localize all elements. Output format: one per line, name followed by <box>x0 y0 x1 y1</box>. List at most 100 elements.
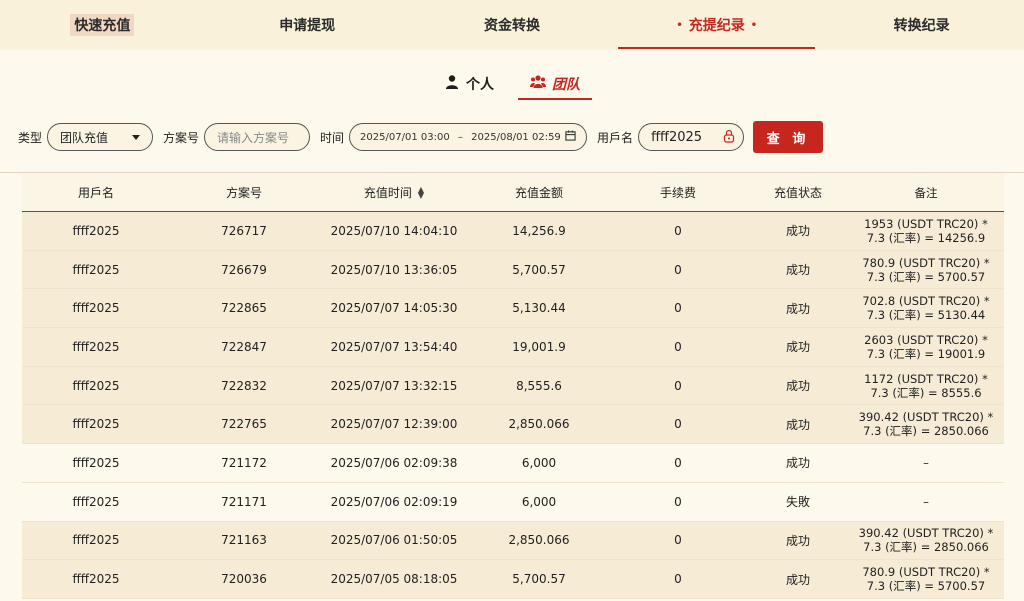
note-line-2: 7.3 (汇率) = 2850.066 <box>863 540 989 555</box>
dot-left: • <box>676 19 683 31</box>
username-input[interactable]: ffff2025 <box>638 123 745 151</box>
note-line-1: – <box>923 494 929 509</box>
type-select[interactable]: 团队充值 <box>47 123 154 151</box>
cell-note: 2603 (USDT TRC20) * 7.3 (汇率) = 19001.9 <box>848 333 1004 361</box>
note-line-1: 390.42 (USDT TRC20) * <box>858 526 994 541</box>
cell-note: 390.42 (USDT TRC20) * 7.3 (汇率) = 2850.066 <box>848 410 1004 438</box>
note-line-1: 390.42 (USDT TRC20) * <box>858 410 994 425</box>
calendar-icon <box>565 130 576 144</box>
table-row: ffff2025 722832 2025/07/07 13:32:15 8,555.6… <box>22 366 1004 406</box>
cell-plan: 722765 <box>221 417 267 432</box>
cell-amount: 6,000 <box>521 494 557 509</box>
cell-note: – <box>848 495 1004 509</box>
cell-fee: 0 <box>674 378 682 393</box>
tab-label: 充提纪录 <box>688 18 745 34</box>
tab-transfer-records[interactable]: 转换纪录 <box>819 0 1024 50</box>
note-line-2: 7.3 (汇率) = 8555.6 <box>870 385 982 400</box>
divider <box>0 172 1024 173</box>
cell-username: ffff2025 <box>72 262 120 277</box>
cell-username: ffff2025 <box>72 417 120 432</box>
cell-username: ffff2025 <box>72 494 120 509</box>
note-line-1: 780.9 (USDT TRC20) * <box>862 255 990 270</box>
cell-fee: 0 <box>674 417 682 432</box>
cell-plan: 726679 <box>221 262 267 277</box>
subtab-label: 团队 <box>552 77 580 93</box>
tab-label: 快速充值 <box>70 14 135 36</box>
plan-placeholder: 请输入方案号 <box>217 130 290 145</box>
cell-amount: 5,700.57 <box>512 572 566 587</box>
header-time[interactable]: 充值时间 ▲ ▼ <box>318 184 470 201</box>
note-line-1: 2603 (USDT TRC20) * <box>864 332 988 347</box>
header-plan: 方案号 <box>225 186 262 200</box>
team-icon <box>530 74 546 94</box>
header-username: 用戶名 <box>77 186 114 200</box>
cell-status: 成功 <box>785 456 810 471</box>
note-line-2: 7.3 (汇率) = 5700.57 <box>866 579 986 594</box>
top-tabs: 快速充值 申请提现 资金转换 • 充提纪录 • 转换纪录 <box>0 0 1024 50</box>
cell-amount: 14,256.9 <box>512 223 566 238</box>
tab-label: 资金转换 <box>483 18 540 34</box>
cell-plan: 722865 <box>221 301 267 316</box>
cell-status: 成功 <box>785 224 810 239</box>
cell-status: 成功 <box>785 572 810 587</box>
cell-amount: 2,850.066 <box>508 417 570 432</box>
cell-time: 2025/07/05 08:18:05 <box>330 572 458 587</box>
header-status: 充值状态 <box>773 186 822 200</box>
table-row: ffff2025 722765 2025/07/07 12:39:00 2,850.0… <box>22 405 1004 445</box>
cell-fee: 0 <box>674 301 682 316</box>
cell-fee: 0 <box>674 494 682 509</box>
cell-username: ffff2025 <box>72 572 120 587</box>
table-row: ffff2025 722847 2025/07/07 13:54:40 19,001.… <box>22 328 1004 367</box>
table-row: ffff2025 726679 2025/07/10 13:36:05 5,700.5… <box>22 250 1004 290</box>
cell-time: 2025/07/06 02:09:19 <box>330 494 458 509</box>
date-range-input[interactable]: 2025/07/01 03:00 – 2025/08/01 02:59 <box>349 123 588 151</box>
cell-fee: 0 <box>674 455 682 470</box>
tab-label: 转换纪录 <box>893 18 950 34</box>
cell-time: 2025/07/07 14:05:30 <box>330 301 458 316</box>
subtab-label: 个人 <box>466 77 494 93</box>
cell-fee: 0 <box>674 223 682 238</box>
tab-fund-transfer[interactable]: 资金转换 <box>410 0 615 50</box>
caret-down-icon <box>132 134 141 140</box>
cell-plan: 721171 <box>221 494 267 509</box>
plan-input[interactable]: 请输入方案号 <box>204 123 311 151</box>
cell-username: ffff2025 <box>72 455 120 470</box>
cell-status: 成功 <box>785 379 810 394</box>
filter-bar: 类型 团队充值 方案号 请输入方案号 时间 2025/07/01 03:00 –… <box>18 120 824 154</box>
cell-amount: 2,850.066 <box>508 533 570 548</box>
note-line-2: 7.3 (汇率) = 2850.066 <box>863 424 989 439</box>
cell-note: 780.9 (USDT TRC20) * 7.3 (汇率) = 5700.57 <box>848 256 1004 284</box>
plan-label: 方案号 <box>163 130 200 145</box>
user-label: 用戶名 <box>597 130 634 145</box>
note-line-2: 7.3 (汇率) = 5130.44 <box>866 308 986 323</box>
note-line-1: 780.9 (USDT TRC20) * <box>862 565 990 580</box>
date-end: 2025/08/01 02:59 <box>471 131 561 143</box>
cell-status: 成功 <box>785 301 810 316</box>
cell-plan: 726717 <box>221 223 267 238</box>
table-row: ffff2025 720036 2025/07/05 08:18:05 5,700.5… <box>22 560 1004 599</box>
cell-status: 成功 <box>785 417 810 432</box>
cell-time: 2025/07/06 01:50:05 <box>330 533 458 548</box>
cell-fee: 0 <box>674 262 682 277</box>
cell-status: 失敗 <box>785 495 810 510</box>
cell-status: 成功 <box>785 263 810 278</box>
cell-fee: 0 <box>674 572 682 587</box>
cell-note: 390.42 (USDT TRC20) * 7.3 (汇率) = 2850.066 <box>848 526 1004 554</box>
note-line-1: 1953 (USDT TRC20) * <box>864 216 988 231</box>
cell-note: – <box>848 456 1004 470</box>
note-line-1: 1172 (USDT TRC20) * <box>864 371 988 386</box>
subtab-team[interactable]: 团队 <box>518 68 592 100</box>
lock-icon <box>723 129 735 146</box>
query-button[interactable]: 查 询 <box>753 121 824 153</box>
cell-username: ffff2025 <box>72 339 120 354</box>
subtab-personal[interactable]: 个人 <box>432 68 506 100</box>
cell-status: 成功 <box>785 340 810 355</box>
cell-time: 2025/07/07 12:39:00 <box>330 417 458 432</box>
sort-icon[interactable]: ▲ ▼ <box>418 185 424 199</box>
cell-username: ffff2025 <box>72 301 120 316</box>
note-line-2: 7.3 (汇率) = 14256.9 <box>866 230 986 245</box>
cell-username: ffff2025 <box>72 378 120 393</box>
tab-quick-deposit[interactable]: 快速充值 <box>0 0 205 50</box>
tab-withdraw[interactable]: 申请提现 <box>205 0 410 50</box>
tab-deposit-withdraw-records[interactable]: • 充提纪录 • <box>614 0 819 50</box>
